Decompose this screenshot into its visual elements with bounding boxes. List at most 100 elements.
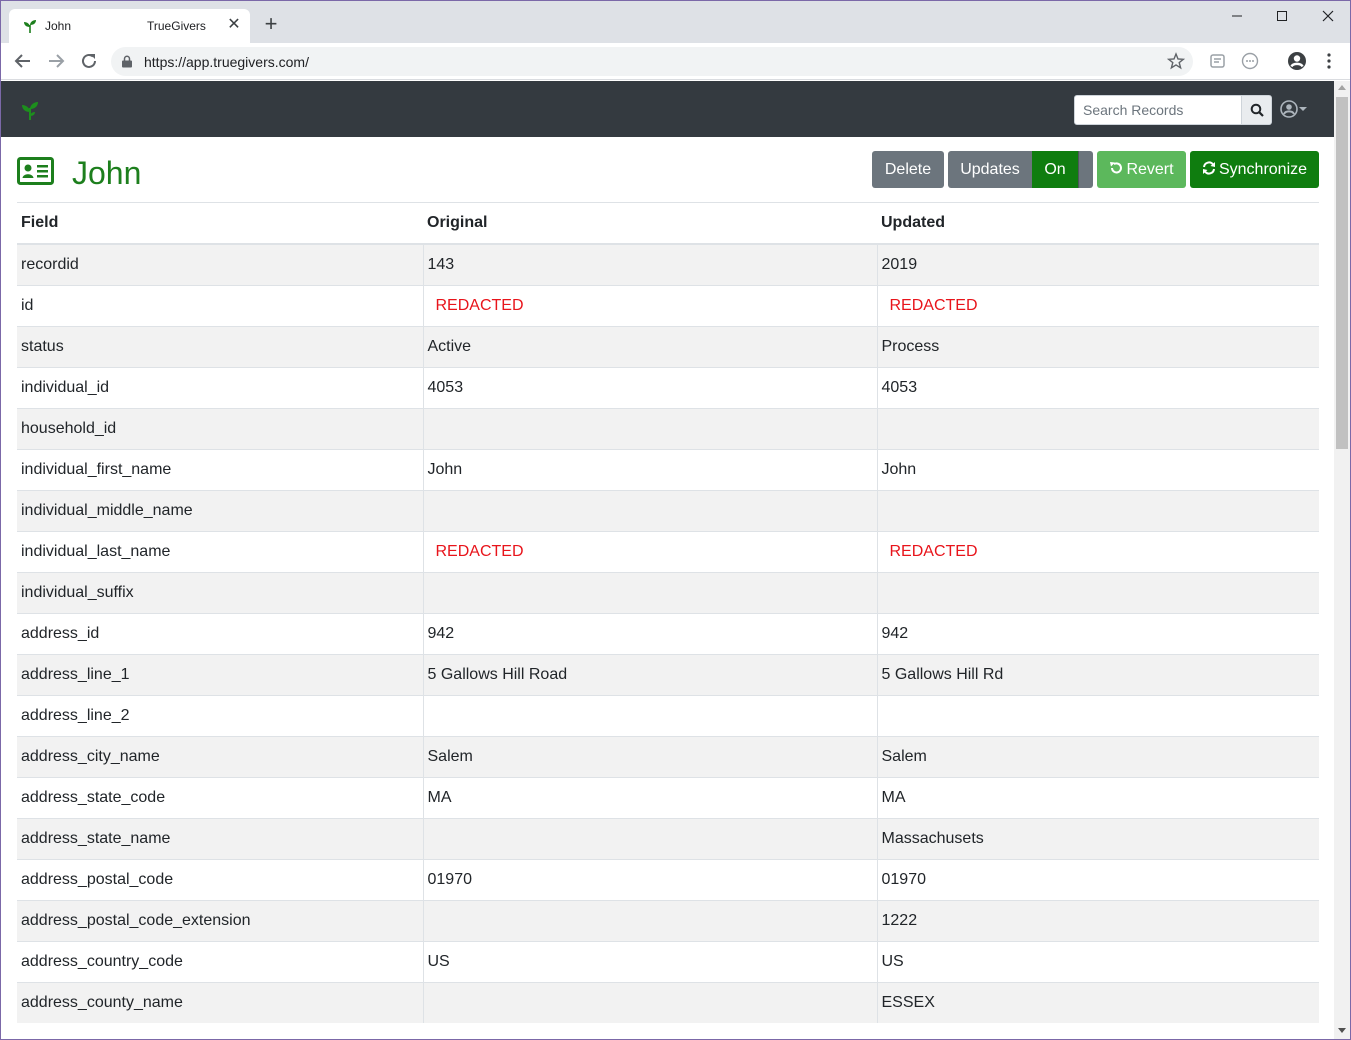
original-cell (422, 407, 877, 449)
updated-cell: US (876, 940, 1319, 982)
page-scrollbar[interactable] (1334, 81, 1350, 1039)
updated-cell: Process (876, 325, 1319, 367)
new-tab-button[interactable]: + (259, 13, 283, 37)
original-cell (422, 571, 877, 613)
minimize-button[interactable] (1217, 5, 1257, 29)
app-navbar (1, 81, 1334, 137)
table-row: individual_suffix (17, 571, 1319, 613)
updated-cell: 01970 (876, 858, 1319, 900)
table-row: address_id 942 942 (17, 612, 1319, 654)
original-cell (422, 489, 877, 531)
field-cell: status (17, 325, 423, 367)
field-cell: address_county_name (17, 981, 423, 1023)
updated-cell (876, 694, 1319, 736)
lock-icon (122, 55, 132, 68)
field-cell: address_state_name (17, 817, 423, 859)
original-cell: REDACTED (422, 530, 877, 572)
browser-tab[interactable]: John TrueGivers ✕ (9, 9, 250, 43)
updated-cell: Salem (876, 735, 1319, 777)
updated-cell: Massachusets (876, 817, 1319, 859)
field-cell: individual_middle_name (17, 489, 423, 531)
records-table: Field Original Updated recordid 143 2019 id… (17, 203, 1319, 1023)
address-bar[interactable]: https://app.truegivers.com/ (111, 47, 1193, 76)
browser-toolbar: https://app.truegivers.com/ (1, 43, 1350, 80)
extension-dots-icon[interactable] (1240, 51, 1260, 71)
updates-on-toggle[interactable]: On (1032, 151, 1078, 188)
table-row: address_line_1 5 Gallows Hill Road 5 Gallo… (17, 653, 1319, 695)
reload-icon[interactable] (79, 51, 99, 71)
search-icon (1250, 103, 1264, 117)
minimize-icon (1232, 15, 1242, 17)
close-window-button[interactable] (1308, 5, 1348, 29)
sprout-logo-icon[interactable] (19, 99, 41, 121)
table-row: individual_id 4053 4053 (17, 366, 1319, 408)
original-cell: MA (422, 776, 877, 818)
updated-cell: 1222 (876, 899, 1319, 941)
field-cell: id (17, 284, 423, 326)
original-cell: REDACTED (422, 284, 877, 326)
page-title: John (72, 155, 142, 191)
field-cell: household_id (17, 407, 423, 449)
updated-cell: 4053 (876, 366, 1319, 408)
sprout-icon (24, 20, 36, 33)
user-menu-icon[interactable] (1280, 99, 1314, 121)
close-tab-icon[interactable]: ✕ (225, 16, 243, 34)
maximize-button[interactable] (1262, 5, 1302, 29)
forward-arrow-icon[interactable] (46, 51, 66, 71)
search-button[interactable] (1241, 95, 1272, 125)
table-row: household_id (17, 407, 1319, 449)
revert-button[interactable]: Revert (1097, 151, 1186, 188)
table-row: address_country_code US US (17, 940, 1319, 982)
delete-button[interactable]: Delete (872, 151, 944, 188)
scroll-up-icon[interactable] (1338, 85, 1346, 90)
browser-window: John TrueGivers ✕ + https://app.truegive… (0, 0, 1351, 1040)
original-cell: US (422, 940, 877, 982)
original-cell: 143 (422, 243, 877, 285)
close-icon (1322, 10, 1334, 22)
field-cell: address_postal_code (17, 858, 423, 900)
back-arrow-icon[interactable] (13, 51, 33, 71)
updates-button[interactable]: Updates (948, 151, 1032, 188)
bookmark-star-icon[interactable] (1167, 52, 1185, 70)
original-cell (422, 817, 877, 859)
updates-toggle-handle[interactable] (1078, 151, 1093, 188)
table-row: address_county_name ESSEX (17, 981, 1319, 1023)
url-text: https://app.truegivers.com/ (144, 54, 309, 70)
table-row: id REDACTED REDACTED (17, 284, 1319, 326)
field-cell: address_city_name (17, 735, 423, 777)
scroll-down-icon[interactable] (1338, 1028, 1346, 1033)
table-row: address_state_code MA MA (17, 776, 1319, 818)
browser-menu-icon[interactable] (1319, 51, 1339, 71)
updated-cell: REDACTED (876, 284, 1319, 326)
updated-cell: MA (876, 776, 1319, 818)
updated-cell: REDACTED (876, 530, 1319, 572)
updated-cell: 2019 (876, 243, 1319, 285)
field-cell: recordid (17, 243, 423, 285)
search-group (1074, 95, 1272, 125)
tab-strip: John TrueGivers ✕ + (1, 1, 1350, 43)
original-cell: 01970 (422, 858, 877, 900)
table-row: individual_first_name John John (17, 448, 1319, 490)
original-cell (422, 899, 877, 941)
field-cell: address_postal_code_extension (17, 899, 423, 941)
table-header-row: Field Original Updated (17, 203, 1319, 245)
maximize-icon (1277, 11, 1287, 21)
scrollbar-thumb[interactable] (1336, 97, 1348, 449)
undo-icon (1110, 162, 1123, 174)
table-row: address_postal_code_extension 1222 (17, 899, 1319, 941)
original-cell: 5 Gallows Hill Road (422, 653, 877, 695)
profile-icon[interactable] (1287, 51, 1307, 71)
synchronize-button[interactable]: Synchronize (1190, 151, 1319, 188)
extension-icon[interactable] (1208, 51, 1228, 71)
table-row: address_line_2 (17, 694, 1319, 736)
original-cell: John (422, 448, 877, 490)
sync-icon (1202, 161, 1215, 175)
field-cell: address_line_1 (17, 653, 423, 695)
field-cell: individual_last_name (17, 530, 423, 572)
header-field: Field (17, 203, 423, 245)
tab-subtitle: TrueGivers (147, 19, 206, 33)
original-cell (422, 694, 877, 736)
table-row: status Active Process (17, 325, 1319, 367)
original-cell: 4053 (422, 366, 877, 408)
search-input[interactable] (1074, 95, 1242, 125)
